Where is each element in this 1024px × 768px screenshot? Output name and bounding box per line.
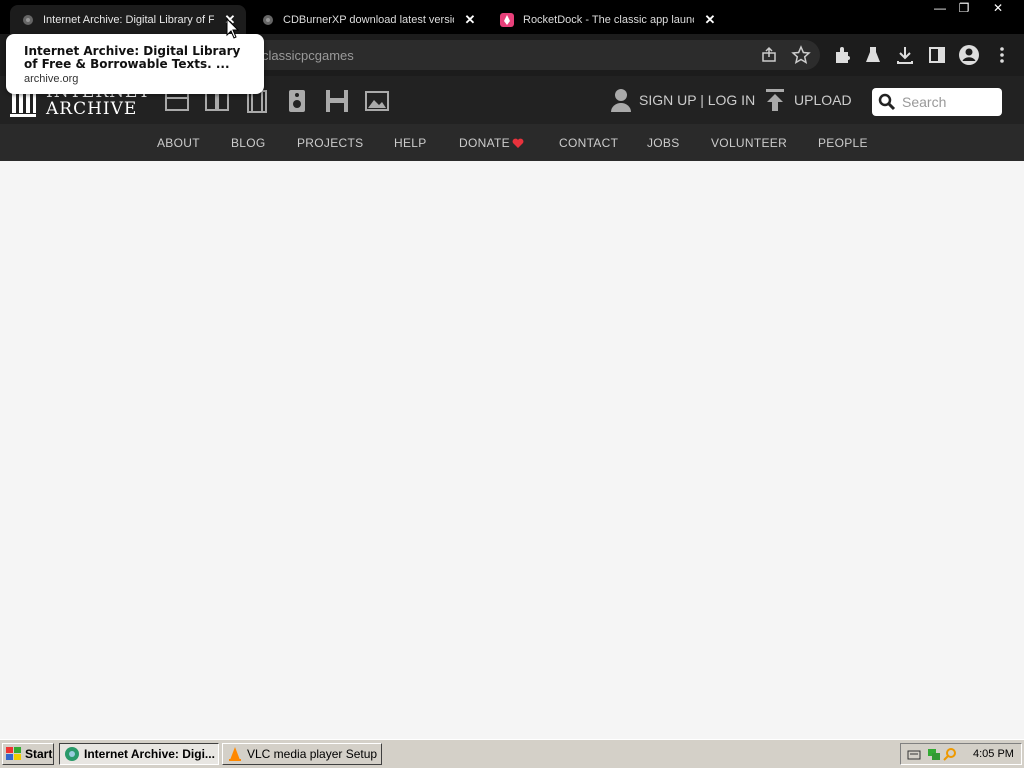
taskbar-button-internet-archive[interactable]: Internet Archive: Digi... [59, 743, 219, 765]
keyboard-icon[interactable] [907, 747, 921, 761]
vlc-icon [229, 747, 241, 761]
nav-about[interactable]: ABOUT [157, 136, 200, 150]
rocketdock-favicon-icon [500, 12, 514, 27]
minimize-window-icon[interactable]: — [928, 0, 952, 18]
cdburnerxp-favicon-icon [263, 14, 273, 25]
windows-logo-icon [6, 747, 21, 760]
extensions-icon[interactable] [831, 44, 853, 66]
sidepanel-icon[interactable] [926, 44, 948, 66]
hover-card-domain: archive.org [24, 73, 79, 85]
close-window-icon[interactable]: ✕ [986, 0, 1010, 18]
upload-icon [766, 89, 784, 111]
system-tray: 4:05 PM [900, 743, 1022, 765]
browser-icon [65, 747, 79, 761]
tab-title: RocketDock - The classic app launch [523, 13, 694, 26]
nav-blog[interactable]: BLOG [231, 136, 266, 150]
start-label: Start [25, 747, 53, 761]
audio-icon[interactable] [284, 89, 310, 113]
logo-line2: ARCHIVE [46, 99, 138, 119]
download-icon[interactable] [894, 44, 916, 66]
search-icon [878, 93, 896, 111]
heart-icon [512, 138, 524, 148]
clock: 4:05 PM [973, 748, 1014, 760]
restore-window-icon[interactable]: ❐ [952, 0, 976, 18]
tab-internet-archive[interactable]: Internet Archive: Digital Library of F ✕ [10, 5, 246, 34]
start-button[interactable]: Start [2, 743, 54, 765]
share-icon[interactable] [758, 44, 780, 66]
search-input[interactable] [902, 94, 1002, 110]
archive-nav: ABOUT BLOG PROJECTS HELP DONATE CONTACT … [0, 124, 1024, 161]
nav-people[interactable]: PEOPLE [818, 136, 868, 150]
network-icon[interactable] [927, 747, 941, 761]
nav-jobs[interactable]: JOBS [647, 136, 680, 150]
search-box[interactable] [872, 88, 1002, 116]
labs-icon[interactable] [862, 44, 884, 66]
page-content [0, 161, 1024, 739]
nav-donate[interactable]: DONATE [459, 136, 510, 150]
upload-link[interactable]: UPLOAD [765, 88, 852, 112]
upload-label: UPLOAD [794, 92, 852, 108]
menu-icon[interactable] [991, 44, 1013, 66]
nav-projects[interactable]: PROJECTS [297, 136, 363, 150]
nav-help[interactable]: HELP [394, 136, 427, 150]
tab-cdburnerxp[interactable]: CDBurnerXP download latest version ✕ [250, 5, 486, 34]
address-text[interactable]: classicpcgames [262, 48, 354, 63]
sign-up-login-link[interactable]: SIGN UP | LOG IN [610, 88, 755, 112]
nav-volunteer[interactable]: VOLUNTEER [711, 136, 787, 150]
user-icon [611, 89, 631, 112]
tab-rocketdock[interactable]: RocketDock - The classic app launch ✕ [490, 5, 726, 34]
mouse-cursor-icon [226, 18, 240, 39]
search-tray-icon[interactable] [943, 747, 957, 761]
star-icon[interactable] [790, 44, 812, 66]
nav-contact[interactable]: CONTACT [559, 136, 618, 150]
taskbar: Start Internet Archive: Digi... VLC medi… [0, 739, 1024, 768]
sign-up-label: SIGN UP | LOG IN [639, 92, 756, 108]
software-icon[interactable] [324, 89, 350, 113]
archive-favicon-icon [23, 14, 33, 25]
task-label: Internet Archive: Digi... [84, 747, 215, 761]
profile-icon[interactable] [958, 44, 980, 66]
taskbar-button-vlc-setup[interactable]: VLC media player Setup [222, 743, 382, 765]
close-tab-icon[interactable]: ✕ [702, 12, 718, 28]
browser-tab-strip: Internet Archive: Digital Library of F ✕… [0, 0, 1024, 34]
close-tab-icon[interactable]: ✕ [462, 12, 478, 28]
images-icon[interactable] [364, 89, 390, 113]
tab-title: CDBurnerXP download latest version [283, 13, 454, 26]
tab-hover-card: Internet Archive: Digital Library of Fre… [6, 34, 264, 94]
hover-card-title: Internet Archive: Digital Library of Fre… [24, 44, 241, 71]
tab-title: Internet Archive: Digital Library of F [43, 13, 214, 26]
task-label: VLC media player Setup [247, 747, 378, 761]
